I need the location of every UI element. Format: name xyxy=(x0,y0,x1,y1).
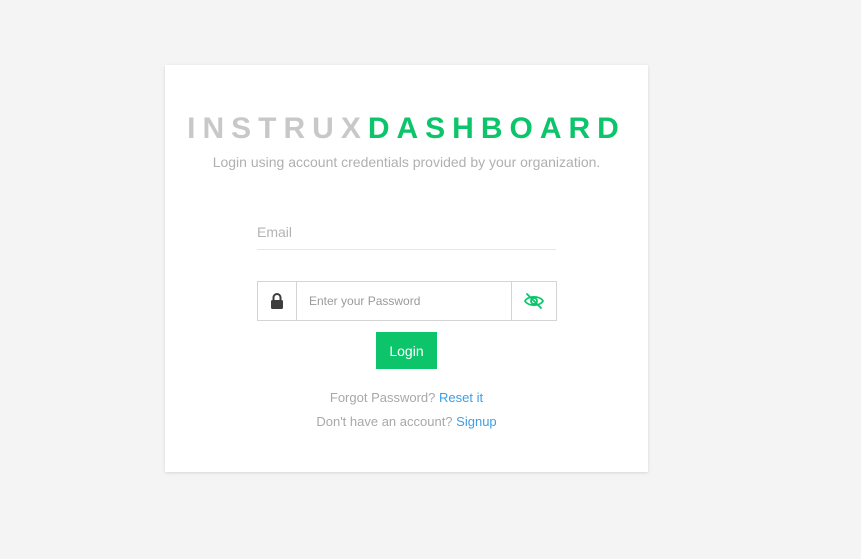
signup-row: Don't have an account? Signup xyxy=(165,414,648,429)
forgot-password-text: Forgot Password? xyxy=(329,390,436,405)
password-field[interactable] xyxy=(297,282,511,320)
brand-name-part1: INSTRUX xyxy=(187,112,368,145)
brand-name-part2: DASHBOARD xyxy=(367,112,626,145)
signup-link[interactable]: Signup xyxy=(456,414,496,429)
lock-icon xyxy=(258,282,297,320)
login-card: INSTRUXDASHBOARD Login using account cre… xyxy=(165,65,648,472)
login-button[interactable]: Login xyxy=(376,332,437,369)
signup-prompt-text: Don't have an account? xyxy=(316,414,453,429)
eye-slash-icon[interactable] xyxy=(511,282,556,320)
login-subtitle: Login using account credentials provided… xyxy=(212,154,601,170)
reset-password-link[interactable]: Reset it xyxy=(439,390,483,405)
password-group xyxy=(257,281,557,321)
forgot-password-row: Forgot Password? Reset it xyxy=(165,390,648,405)
email-field[interactable] xyxy=(257,215,556,250)
brand-logo: INSTRUXDASHBOARD xyxy=(165,111,648,147)
